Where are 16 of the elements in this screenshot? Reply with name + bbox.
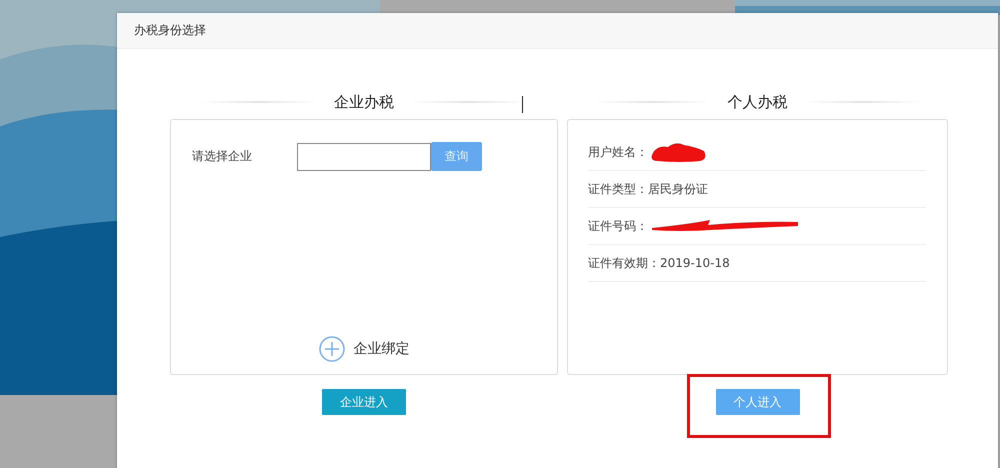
enterprise-enter-button[interactable]: 企业进入 [322,389,406,415]
info-text: 证件号码： [588,218,648,234]
info-text: 用户姓名： [588,144,648,160]
bind-enterprise-link[interactable]: 企业绑定 [354,340,410,358]
enterprise-input-field[interactable] [297,142,431,170]
redaction-scribble [650,141,708,163]
field-label: 请选择企业 [192,148,253,165]
text-cursor [522,96,523,113]
info-text: 证件类型：居民身份证 [588,180,708,198]
section-heading: 企业办税 [334,92,394,112]
search-button[interactable]: 查询 [431,142,482,171]
section-heading: 个人办税 [728,92,788,112]
info-text: 证件有效期：2019-10-18 [588,254,730,272]
plus-circle-icon[interactable] [318,336,344,362]
personal-enter-button[interactable]: 个人进入 [716,389,800,415]
dialog-title: 办税身份选择 [134,22,206,39]
